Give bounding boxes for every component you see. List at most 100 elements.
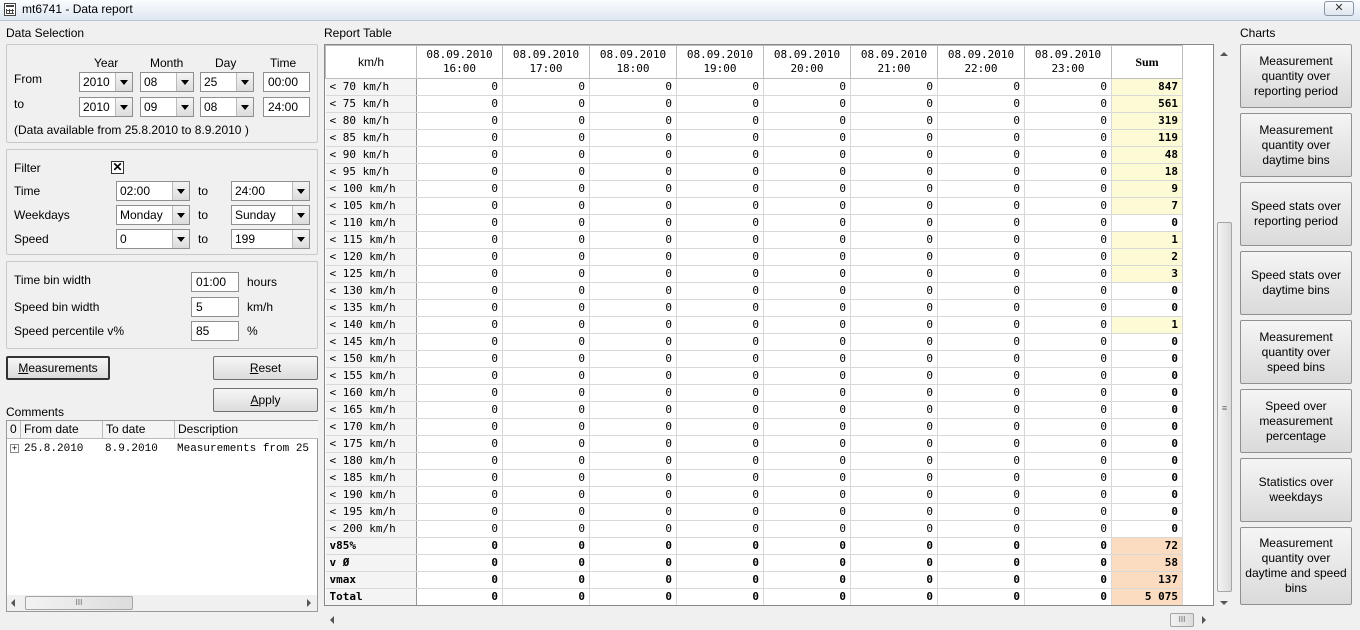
table-cell[interactable]: 0 <box>416 537 503 555</box>
table-cell[interactable]: 0 <box>1024 384 1112 402</box>
table-cell[interactable]: 0 <box>589 282 677 300</box>
sum-cell[interactable]: 0 <box>1111 350 1183 368</box>
table-cell[interactable]: 0 <box>416 214 503 232</box>
sum-cell[interactable]: 48 <box>1111 146 1183 164</box>
table-cell[interactable]: 0 <box>850 384 938 402</box>
table-cell[interactable]: 0 <box>937 367 1025 385</box>
table-cell[interactable]: 0 <box>763 299 851 317</box>
scroll-left-arrow-icon[interactable] <box>330 616 334 624</box>
table-cell[interactable]: 0 <box>502 214 590 232</box>
scroll-left-arrow-icon[interactable] <box>11 599 15 607</box>
comment-to-date[interactable]: 8.9.2010 <box>105 440 173 458</box>
table-cell[interactable]: 0 <box>1024 248 1112 266</box>
table-cell[interactable]: 0 <box>937 197 1025 215</box>
to-day-select[interactable]: 08 <box>200 97 254 117</box>
table-cell[interactable]: 0 <box>502 248 590 266</box>
table-cell[interactable]: 0 <box>1024 299 1112 317</box>
table-cell[interactable]: 0 <box>937 435 1025 453</box>
table-cell[interactable]: 0 <box>850 401 938 419</box>
scroll-right-arrow-icon[interactable] <box>1202 616 1206 624</box>
filter-time-from-select[interactable]: 02:00 <box>116 181 190 201</box>
table-cell[interactable]: 0 <box>850 265 938 283</box>
table-cell[interactable]: 0 <box>763 78 851 96</box>
comments-horizontal-scrollbar[interactable]: III <box>7 595 317 611</box>
table-cell[interactable]: 0 <box>850 163 938 181</box>
table-cell[interactable]: 0 <box>763 469 851 487</box>
table-cell[interactable]: 0 <box>676 384 764 402</box>
table-cell[interactable]: 0 <box>589 554 677 572</box>
table-cell[interactable]: 0 <box>676 299 764 317</box>
table-cell[interactable]: 0 <box>937 316 1025 334</box>
table-cell[interactable]: 0 <box>937 588 1025 605</box>
table-cell[interactable]: 0 <box>416 95 503 113</box>
from-year-select[interactable]: 2010 <box>79 72 133 92</box>
chart-button[interactable]: Measurement quantity over speed bins <box>1240 320 1352 384</box>
chevron-down-icon[interactable] <box>292 230 309 248</box>
table-cell[interactable]: 0 <box>589 299 677 317</box>
sum-cell[interactable]: 72 <box>1111 537 1183 555</box>
chevron-down-icon[interactable] <box>172 182 189 200</box>
table-cell[interactable]: 0 <box>850 197 938 215</box>
table-cell[interactable]: 0 <box>763 503 851 521</box>
table-cell[interactable]: 0 <box>763 367 851 385</box>
table-cell[interactable]: 0 <box>850 78 938 96</box>
table-cell[interactable]: 0 <box>763 486 851 504</box>
table-cell[interactable]: 0 <box>502 418 590 436</box>
table-cell[interactable]: 0 <box>416 452 503 470</box>
table-cell[interactable]: 0 <box>1024 435 1112 453</box>
table-cell[interactable]: 0 <box>416 469 503 487</box>
table-cell[interactable]: 0 <box>416 265 503 283</box>
table-cell[interactable]: 0 <box>763 588 851 605</box>
table-cell[interactable]: 0 <box>1024 503 1112 521</box>
table-cell[interactable]: 0 <box>502 503 590 521</box>
percentile-input[interactable]: 85 <box>191 321 239 341</box>
table-cell[interactable]: 0 <box>416 588 503 605</box>
table-cell[interactable]: 0 <box>1024 163 1112 181</box>
chevron-down-icon[interactable] <box>172 206 189 224</box>
table-cell[interactable]: 0 <box>416 520 503 538</box>
filter-checkbox[interactable]: ✕ <box>111 161 124 174</box>
expand-plus-icon[interactable]: + <box>10 444 19 453</box>
table-cell[interactable]: 0 <box>502 265 590 283</box>
table-cell[interactable]: 0 <box>416 129 503 147</box>
table-cell[interactable]: 0 <box>850 520 938 538</box>
table-cell[interactable]: 0 <box>416 333 503 351</box>
chevron-down-icon[interactable] <box>292 206 309 224</box>
table-cell[interactable]: 0 <box>589 316 677 334</box>
table-cell[interactable]: 0 <box>850 418 938 436</box>
speed-to-select[interactable]: 199 <box>231 229 310 249</box>
table-cell[interactable]: 0 <box>416 350 503 368</box>
table-cell[interactable]: 0 <box>589 537 677 555</box>
table-cell[interactable]: 0 <box>676 95 764 113</box>
table-cell[interactable]: 0 <box>1024 452 1112 470</box>
table-cell[interactable]: 0 <box>676 350 764 368</box>
table-cell[interactable]: 0 <box>416 435 503 453</box>
table-cell[interactable]: 0 <box>1024 401 1112 419</box>
table-cell[interactable]: 0 <box>676 435 764 453</box>
table-cell[interactable]: 0 <box>589 129 677 147</box>
table-cell[interactable]: 0 <box>589 520 677 538</box>
table-cell[interactable]: 0 <box>1024 129 1112 147</box>
table-cell[interactable]: 0 <box>676 129 764 147</box>
sum-cell[interactable]: 0 <box>1111 469 1183 487</box>
sum-cell[interactable]: 0 <box>1111 435 1183 453</box>
apply-button[interactable]: Apply <box>213 388 318 412</box>
table-cell[interactable]: 0 <box>1024 486 1112 504</box>
chart-button[interactable]: Statistics over weekdays <box>1240 458 1352 522</box>
sum-cell[interactable]: 0 <box>1111 520 1183 538</box>
table-cell[interactable]: 0 <box>502 146 590 164</box>
table-cell[interactable]: 0 <box>937 537 1025 555</box>
table-cell[interactable]: 0 <box>763 231 851 249</box>
table-cell[interactable]: 0 <box>502 588 590 605</box>
table-cell[interactable]: 0 <box>589 231 677 249</box>
table-cell[interactable]: 0 <box>589 146 677 164</box>
to-year-select[interactable]: 2010 <box>79 97 133 117</box>
table-cell[interactable]: 0 <box>850 452 938 470</box>
table-cell[interactable]: 0 <box>416 163 503 181</box>
table-cell[interactable]: 0 <box>589 78 677 96</box>
table-cell[interactable]: 0 <box>502 537 590 555</box>
table-cell[interactable]: 0 <box>763 350 851 368</box>
table-cell[interactable]: 0 <box>937 571 1025 589</box>
table-cell[interactable]: 0 <box>937 520 1025 538</box>
table-cell[interactable]: 0 <box>502 180 590 198</box>
